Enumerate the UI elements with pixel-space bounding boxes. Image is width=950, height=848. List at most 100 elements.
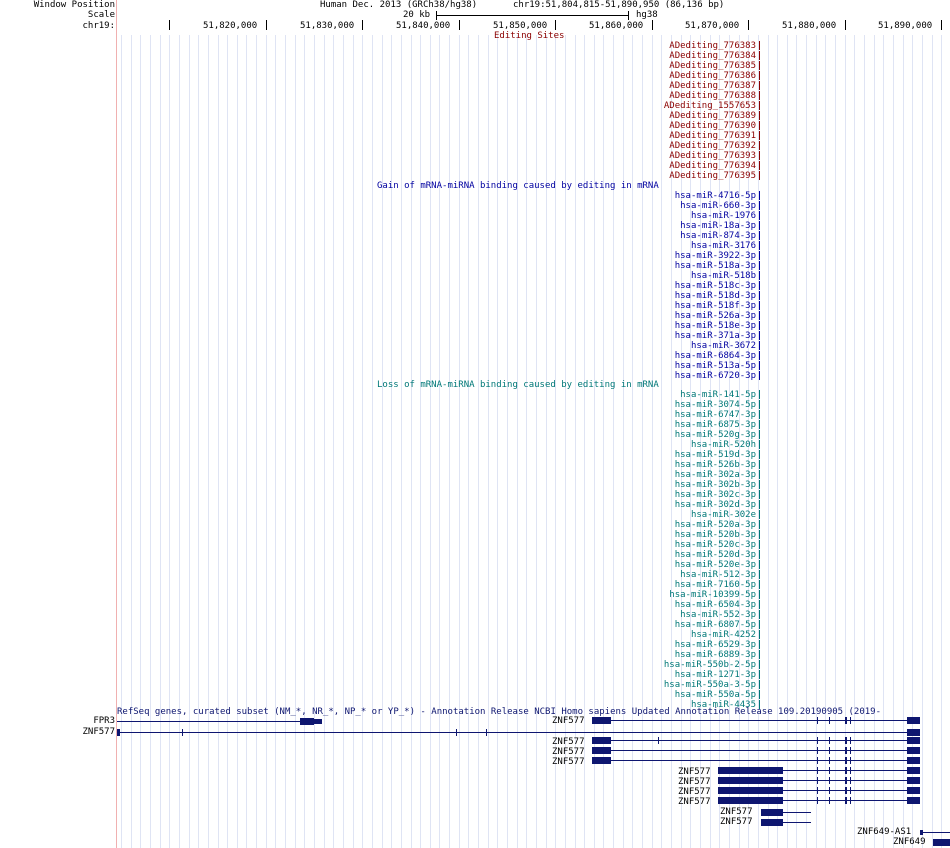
gene-znf577-exon[interactable]: [907, 767, 920, 774]
gain-binding-item[interactable]: hsa-miR-518c-3p: [556, 281, 756, 291]
gain-binding-item[interactable]: hsa-miR-526a-3p: [556, 311, 756, 321]
loss-binding-marker[interactable]: [759, 550, 760, 559]
editing-site-marker[interactable]: [759, 81, 760, 90]
gene-label-znf577[interactable]: ZNF577: [552, 747, 585, 757]
editing-site-marker[interactable]: [759, 161, 760, 170]
gene-label-znf577[interactable]: ZNF577: [678, 787, 711, 797]
loss-binding-item[interactable]: hsa-miR-6529-3p: [556, 640, 756, 650]
loss-binding-marker[interactable]: [759, 470, 760, 479]
gain-binding-marker[interactable]: [759, 191, 760, 200]
loss-binding-item[interactable]: hsa-miR-302e: [556, 510, 756, 520]
gene-label-fpr3[interactable]: FPR3: [0, 716, 115, 726]
gain-binding-item[interactable]: hsa-miR-518d-3p: [556, 291, 756, 301]
gene-znf577-exon[interactable]: [773, 787, 783, 794]
loss-binding-marker[interactable]: [759, 540, 760, 549]
gain-binding-item[interactable]: hsa-miR-518f-3p: [556, 301, 756, 311]
gain-binding-item[interactable]: hsa-miR-6864-3p: [556, 351, 756, 361]
loss-binding-item[interactable]: hsa-miR-520a-3p: [556, 520, 756, 530]
gain-binding-marker[interactable]: [759, 311, 760, 320]
loss-binding-marker[interactable]: [759, 580, 760, 589]
gene-label-znf577[interactable]: ZNF577: [678, 777, 711, 787]
editing-site-item[interactable]: ADediting_776391: [556, 131, 756, 141]
gene-znf577-exon[interactable]: [592, 757, 611, 764]
loss-binding-marker[interactable]: [759, 630, 760, 639]
editing-site-item[interactable]: ADediting_776387: [556, 81, 756, 91]
loss-binding-marker[interactable]: [759, 670, 760, 679]
loss-binding-marker[interactable]: [759, 430, 760, 439]
loss-binding-marker[interactable]: [759, 650, 760, 659]
editing-site-item[interactable]: ADediting_776393: [556, 151, 756, 161]
gain-binding-marker[interactable]: [759, 321, 760, 330]
editing-site-item[interactable]: ADediting_776392: [556, 141, 756, 151]
gain-binding-marker[interactable]: [759, 231, 760, 240]
gene-znf577-exon[interactable]: [829, 737, 830, 744]
editing-site-marker[interactable]: [759, 171, 760, 180]
editing-site-marker[interactable]: [759, 71, 760, 80]
gain-binding-marker[interactable]: [759, 331, 760, 340]
gene-znf577-exon[interactable]: [850, 777, 851, 784]
gene-znf577-exon[interactable]: [829, 757, 830, 764]
gain-binding-marker[interactable]: [759, 281, 760, 290]
gene-znf577-exon[interactable]: [658, 737, 659, 744]
gene-znf577-short-exon[interactable]: [761, 819, 783, 826]
loss-binding-marker[interactable]: [759, 390, 760, 399]
gene-znf577-exon[interactable]: [845, 767, 847, 774]
loss-binding-item[interactable]: hsa-miR-512-3p: [556, 570, 756, 580]
gene-znf577-exon[interactable]: [907, 777, 920, 784]
loss-binding-marker[interactable]: [759, 440, 760, 449]
gene-znf577-short-exon[interactable]: [773, 809, 783, 816]
gene-znf577-exon[interactable]: [592, 737, 611, 744]
gene-znf577-intron[interactable]: [592, 750, 920, 751]
gene-fpr3-utr[interactable]: [314, 719, 322, 724]
loss-binding-marker[interactable]: [759, 400, 760, 409]
loss-binding-marker[interactable]: [759, 590, 760, 599]
gain-binding-item[interactable]: hsa-miR-371a-3p: [556, 331, 756, 341]
loss-binding-marker[interactable]: [759, 640, 760, 649]
loss-binding-item[interactable]: hsa-miR-6889-3p: [556, 650, 756, 660]
loss-binding-item[interactable]: hsa-miR-552-3p: [556, 610, 756, 620]
gain-binding-marker[interactable]: [759, 261, 760, 270]
loss-binding-item[interactable]: hsa-miR-550a-3-5p: [556, 680, 756, 690]
gain-binding-item[interactable]: hsa-miR-3672: [556, 341, 756, 351]
gain-binding-marker[interactable]: [759, 371, 760, 380]
loss-binding-item[interactable]: hsa-miR-520h: [556, 440, 756, 450]
gene-znf577-exon[interactable]: [850, 787, 851, 794]
gene-znf577-exon[interactable]: [850, 757, 851, 764]
gene-znf577-long-exon[interactable]: [456, 729, 457, 736]
gain-binding-marker[interactable]: [759, 361, 760, 370]
loss-binding-item[interactable]: hsa-miR-3074-5p: [556, 400, 756, 410]
gene-znf577-exon[interactable]: [850, 737, 851, 744]
gain-binding-marker[interactable]: [759, 351, 760, 360]
gene-znf577-exon[interactable]: [592, 717, 611, 724]
gene-label-znf577[interactable]: ZNF577: [720, 817, 753, 827]
gene-znf577-exon[interactable]: [907, 757, 920, 764]
editing-site-marker[interactable]: [759, 151, 760, 160]
editing-site-item[interactable]: ADediting_776386: [556, 71, 756, 81]
gene-znf577-intron[interactable]: [592, 720, 920, 721]
loss-binding-item[interactable]: hsa-miR-6875-3p: [556, 420, 756, 430]
loss-binding-marker[interactable]: [759, 450, 760, 459]
loss-binding-marker[interactable]: [759, 530, 760, 539]
loss-binding-item[interactable]: hsa-miR-10399-5p: [556, 590, 756, 600]
loss-binding-item[interactable]: hsa-miR-519d-3p: [556, 450, 756, 460]
loss-binding-marker[interactable]: [759, 560, 760, 569]
gain-binding-marker[interactable]: [759, 341, 760, 350]
gene-znf577-long-exon[interactable]: [117, 729, 120, 736]
gain-binding-marker[interactable]: [759, 291, 760, 300]
gene-znf577-exon[interactable]: [845, 787, 847, 794]
loss-binding-marker[interactable]: [759, 600, 760, 609]
gene-znf577-exon[interactable]: [907, 717, 920, 724]
editing-site-item[interactable]: ADediting_776388: [556, 91, 756, 101]
gene-znf577-exon[interactable]: [718, 767, 773, 774]
editing-site-item[interactable]: ADediting_776384: [556, 51, 756, 61]
editing-site-marker[interactable]: [759, 111, 760, 120]
editing-site-marker[interactable]: [759, 141, 760, 150]
gain-binding-marker[interactable]: [759, 221, 760, 230]
gene-znf577-exon[interactable]: [845, 777, 847, 784]
gain-binding-item[interactable]: hsa-miR-18a-3p: [556, 221, 756, 231]
gene-znf577-exon[interactable]: [817, 797, 818, 804]
gene-znf577-long-exon[interactable]: [907, 729, 920, 736]
editing-site-item[interactable]: ADediting_776390: [556, 121, 756, 131]
loss-binding-item[interactable]: hsa-miR-550a-5p: [556, 690, 756, 700]
editing-site-marker[interactable]: [759, 41, 760, 50]
